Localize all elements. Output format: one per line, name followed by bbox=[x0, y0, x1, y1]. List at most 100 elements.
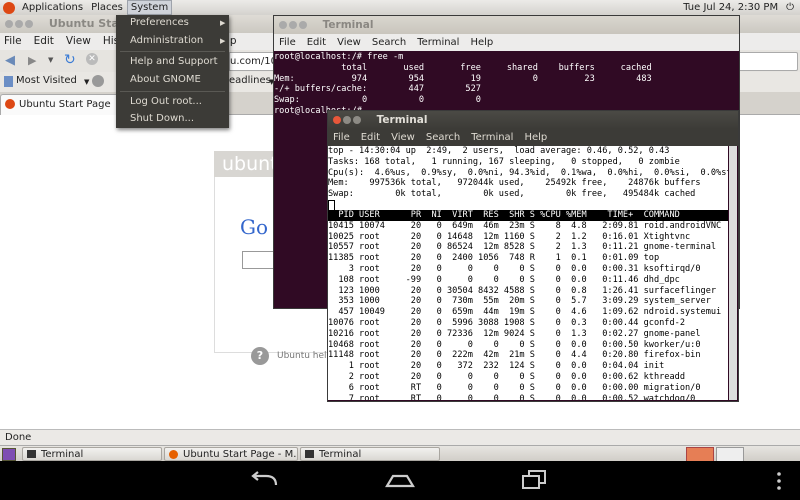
most-visited-bookmark[interactable]: Most Visited bbox=[16, 75, 77, 86]
tab-ubuntu-start[interactable]: Ubuntu Start Page bbox=[0, 94, 134, 115]
terminal-line: Swap: 0 0 0 bbox=[274, 95, 481, 106]
terminal-2-scrollbar[interactable] bbox=[729, 146, 737, 400]
firefox-icon bbox=[169, 449, 178, 459]
menu-terminal[interactable]: Terminal bbox=[417, 34, 459, 51]
maximize-icon[interactable] bbox=[25, 20, 33, 28]
menu-item-about-gnome[interactable]: About GNOME bbox=[130, 74, 201, 85]
process-row: 10468 root 20 0 0 0 0 S 0 0.0 0:00.50 kw… bbox=[328, 339, 701, 350]
menu-file[interactable]: File bbox=[4, 33, 22, 50]
menu-view[interactable]: View bbox=[337, 34, 361, 51]
process-row: 123 1000 20 0 30504 8432 4588 S 0 0.8 1:… bbox=[328, 285, 717, 296]
tab-label: Ubuntu Start Page bbox=[19, 99, 111, 110]
terminal-icon bbox=[305, 450, 314, 458]
process-row: 11148 root 20 0 222m 42m 21m S 0 4.4 0:2… bbox=[328, 350, 701, 361]
terminal-line: Mem: 974 954 19 0 23 483 bbox=[274, 73, 652, 84]
stop-icon[interactable]: ✕ bbox=[86, 53, 98, 65]
process-row: 353 1000 20 0 730m 55m 20m S 0 5.7 3:09.… bbox=[328, 296, 711, 307]
menu-file[interactable]: File bbox=[333, 129, 350, 146]
menu-search[interactable]: Search bbox=[426, 129, 460, 146]
process-row: 108 root -99 0 0 0 0 S 0 0.0 0:11.46 dhd… bbox=[328, 274, 680, 285]
menu-edit[interactable]: Edit bbox=[34, 33, 54, 50]
workspace-switcher[interactable] bbox=[686, 447, 714, 462]
menu-view[interactable]: View bbox=[391, 129, 415, 146]
process-table-header: PID USER PR NI VIRT RES SHR S %CPU %MEM … bbox=[328, 209, 728, 221]
bottom-panel: Terminal Ubuntu Start Page - M... Termin… bbox=[0, 445, 800, 462]
maximize-icon[interactable] bbox=[353, 116, 361, 124]
menu-edit[interactable]: Edit bbox=[361, 129, 380, 146]
reload-icon[interactable]: ↻ bbox=[64, 52, 76, 68]
submenu-arrow-icon: ▶ bbox=[220, 37, 226, 45]
menu-item-help-support[interactable]: Help and Support bbox=[130, 56, 218, 67]
applications-menu[interactable]: Applications bbox=[18, 0, 87, 15]
menu-terminal[interactable]: Terminal bbox=[471, 129, 513, 146]
menu-item-preferences[interactable]: Preferences bbox=[130, 17, 189, 28]
summary-line: top - 14:30:04 up 2:49, 2 users, load av… bbox=[328, 146, 670, 156]
process-row: 7 root RT 0 0 0 0 S 0 0.0 0:00.52 watchd… bbox=[328, 393, 696, 400]
terminal-2-title: Terminal bbox=[376, 114, 428, 126]
top-summary: top - 14:30:04 up 2:49, 2 users, load av… bbox=[328, 146, 728, 200]
terminal-1-output[interactable]: root@localhost:/# free -m total used fre… bbox=[274, 52, 652, 117]
help-icon[interactable]: ? bbox=[251, 347, 269, 365]
close-icon[interactable] bbox=[5, 20, 13, 28]
process-row: 2 root 20 0 0 0 0 S 0 0.0 0:00.62 kthrea… bbox=[328, 371, 685, 382]
terminal-1-titlebar[interactable]: Terminal bbox=[274, 16, 739, 34]
taskbar-label: Terminal bbox=[41, 449, 84, 460]
minimize-icon[interactable] bbox=[15, 20, 23, 28]
ubuntu-help-link[interactable]: Ubuntu help bbox=[277, 351, 332, 361]
headlines-bookmark[interactable]: eadlines bbox=[229, 75, 271, 86]
summary-line: Swap: 0k total, 0k used, 0k free, 495484… bbox=[328, 189, 696, 200]
recent-apps-icon[interactable] bbox=[520, 469, 548, 491]
system-menu-button[interactable]: System bbox=[126, 0, 173, 15]
history-dropdown-icon[interactable]: ▼ bbox=[48, 56, 53, 64]
ubuntu-logo-icon bbox=[3, 1, 15, 14]
home-icon[interactable] bbox=[384, 471, 416, 489]
close-icon[interactable] bbox=[333, 116, 341, 124]
menu-separator bbox=[120, 91, 225, 92]
menu-help[interactable]: Help bbox=[524, 129, 547, 146]
terminal-line: total used free shared buffers cached bbox=[274, 62, 652, 73]
minimize-icon[interactable] bbox=[289, 21, 297, 29]
menu-view[interactable]: View bbox=[66, 33, 91, 50]
google-logo: Go bbox=[240, 215, 269, 239]
places-menu[interactable]: Places bbox=[87, 0, 127, 15]
terminal-icon bbox=[27, 450, 36, 458]
url-bar[interactable]: u.com/10 bbox=[229, 52, 277, 71]
status-text: Done bbox=[5, 432, 32, 443]
back-icon[interactable]: ◀ bbox=[5, 53, 15, 68]
menu-item-administration[interactable]: Administration bbox=[130, 35, 203, 46]
minimize-icon[interactable] bbox=[343, 116, 351, 124]
process-row: 10415 10074 20 0 649m 46m 23m S 8 4.8 2:… bbox=[328, 220, 722, 231]
menu-edit[interactable]: Edit bbox=[307, 34, 326, 51]
forward-icon[interactable]: ▶ bbox=[28, 54, 36, 67]
process-row: 6 root RT 0 0 0 0 S 0 0.0 0:00.00 migrat… bbox=[328, 382, 701, 393]
summary-line: Tasks: 168 total, 1 running, 167 sleepin… bbox=[328, 156, 680, 167]
show-desktop-icon[interactable] bbox=[2, 448, 16, 461]
power-icon[interactable]: ⏻ bbox=[786, 0, 794, 15]
chevron-down-icon[interactable]: ▼ bbox=[84, 78, 89, 86]
workspace-switcher-2[interactable] bbox=[716, 447, 744, 462]
taskbar-terminal-2[interactable]: Terminal bbox=[300, 447, 440, 461]
terminal-2-titlebar[interactable]: Terminal bbox=[328, 111, 738, 129]
menu-item-logout[interactable]: Log Out root... bbox=[130, 96, 202, 107]
menu-help[interactable]: Help bbox=[470, 34, 493, 51]
menu-search[interactable]: Search bbox=[372, 34, 406, 51]
menu-icon[interactable] bbox=[775, 471, 783, 491]
terminal-window-2[interactable]: Terminal File Edit View Search Terminal … bbox=[327, 110, 739, 402]
close-icon[interactable] bbox=[279, 21, 287, 29]
menu-item-shutdown[interactable]: Shut Down... bbox=[130, 113, 194, 124]
url-text: u.com/10 bbox=[230, 56, 277, 67]
menu-file[interactable]: File bbox=[279, 34, 296, 51]
taskbar-firefox[interactable]: Ubuntu Start Page - M... bbox=[164, 447, 298, 461]
terminal-2-output[interactable]: top - 14:30:04 up 2:49, 2 users, load av… bbox=[328, 146, 728, 400]
maximize-icon[interactable] bbox=[299, 21, 307, 29]
process-row: 10025 root 20 0 14648 12m 1160 S 2 1.2 0… bbox=[328, 231, 691, 242]
back-icon[interactable] bbox=[248, 471, 280, 491]
getting-started-icon[interactable] bbox=[92, 75, 104, 87]
terminal-line: -/+ buffers/cache: 447 527 bbox=[274, 84, 481, 95]
process-row: 10557 root 20 0 86524 12m 8528 S 2 1.3 0… bbox=[328, 242, 717, 253]
taskbar-label: Terminal bbox=[319, 449, 362, 460]
taskbar-terminal-1[interactable]: Terminal bbox=[22, 447, 162, 461]
terminal-line: root@localhost:/# free -m bbox=[274, 52, 404, 62]
clock[interactable]: Tue Jul 24, 2:30 PM bbox=[683, 0, 778, 15]
cursor-line bbox=[328, 199, 728, 211]
